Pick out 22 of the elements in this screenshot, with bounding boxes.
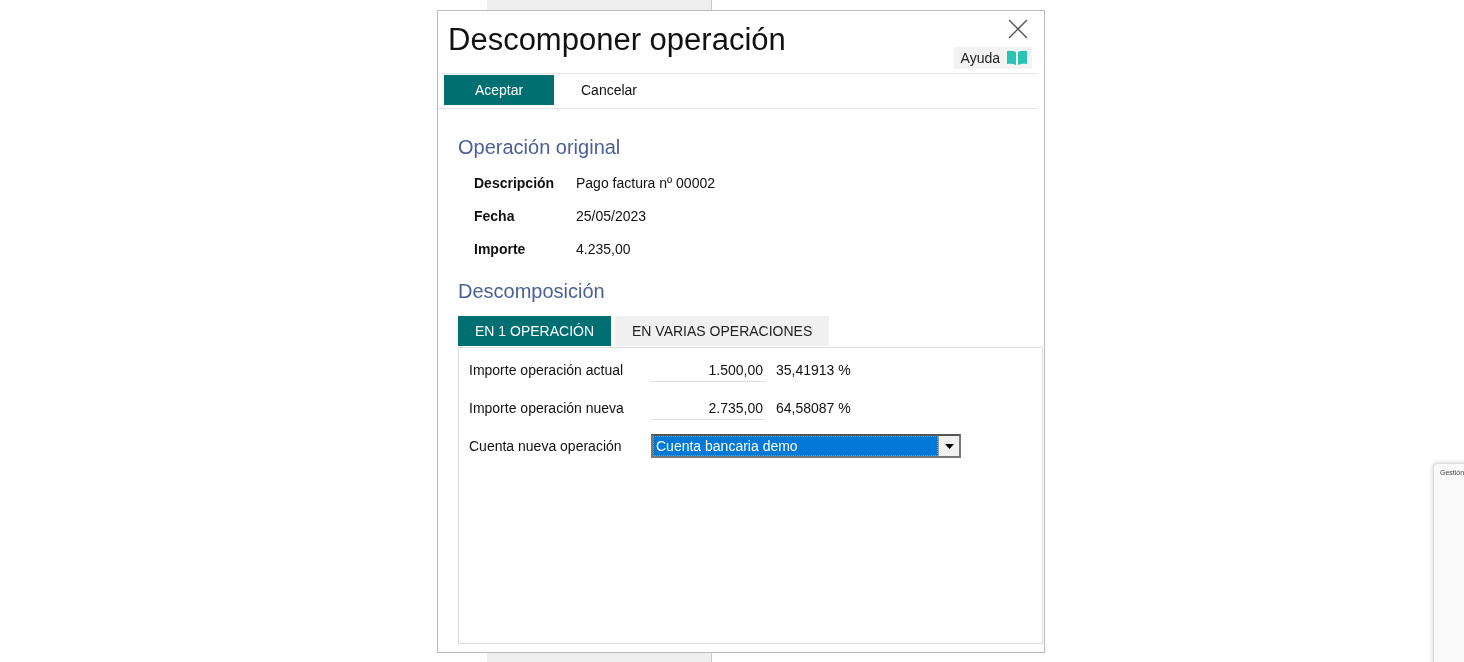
account-dropdown[interactable]: Cuenta bancaria demo [651,434,961,458]
field-label: Descripción [474,174,556,193]
field-value: 25/05/2023 [576,207,648,226]
accept-button[interactable]: Aceptar [444,75,554,105]
field-label: Cuenta nueva operación [469,438,623,454]
close-icon[interactable] [1008,19,1028,39]
field-label: Importe [474,240,527,259]
tab[interactable]: EN 1 OPERACIÓN [458,316,612,346]
dropdown-arrow-icon [944,443,954,449]
field-label: Importe operación nueva [469,400,625,416]
field-label: Importe operación actual [469,362,625,378]
help-button[interactable]: Ayuda [953,47,1032,69]
section-heading: Descomposición [458,279,606,303]
field-value: 4.235,00 [576,240,632,259]
section-heading: Operación original [458,135,622,159]
percentage-text: 64,58087 % [775,400,852,416]
tab[interactable]: EN VARIAS OPERACIONES [615,316,830,346]
dialog-title: Descomponer operación [448,21,786,59]
book-icon [1006,50,1028,66]
field-value: Pago factura nº 00002 [576,174,716,193]
field-label: Fecha [474,207,516,226]
percentage-text: 35,41913 % [775,362,852,378]
